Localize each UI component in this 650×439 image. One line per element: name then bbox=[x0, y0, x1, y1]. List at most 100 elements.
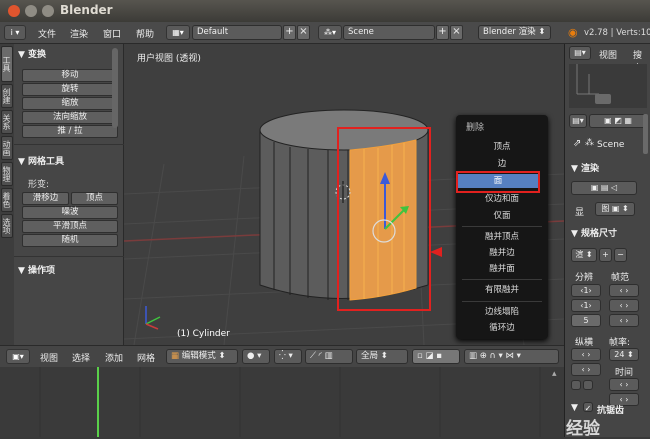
menu-select[interactable]: 选择 bbox=[72, 351, 90, 364]
menu-mesh[interactable]: 网格 bbox=[137, 351, 155, 364]
render-preset-select[interactable]: 渲 ⬍ bbox=[571, 248, 597, 262]
mesh-tools-panel-header[interactable]: ▼ 网格工具 bbox=[18, 154, 64, 167]
timeline-scrollbar[interactable]: ▴ bbox=[552, 369, 562, 397]
tab-tools[interactable]: 工具 bbox=[1, 46, 13, 82]
resolution-x-field[interactable]: ‹1› bbox=[571, 284, 601, 297]
tab-physics[interactable]: 物理 bbox=[1, 162, 13, 186]
resolution-y-field[interactable]: ‹1› bbox=[571, 299, 601, 312]
outliner-scroll-handle[interactable] bbox=[595, 94, 611, 104]
scene-icon[interactable]: ⁂▾ bbox=[318, 25, 342, 40]
anti-aliasing-header[interactable]: 抗锯齿 bbox=[597, 403, 624, 416]
display-select[interactable]: 图 ▣ ⬍ bbox=[595, 202, 635, 216]
rotate-button[interactable]: 旋转 bbox=[22, 83, 118, 96]
close-window-button[interactable] bbox=[8, 5, 20, 17]
tab-shading[interactable]: 着色 bbox=[1, 188, 13, 212]
properties-scrollbar[interactable] bbox=[643, 114, 648, 154]
orientation-select[interactable]: 全局 ⬍ bbox=[356, 349, 408, 364]
tab-options[interactable]: 选项 bbox=[1, 214, 13, 238]
menu-item-only-faces[interactable]: 仅面 bbox=[456, 209, 548, 223]
outliner-type-button[interactable]: ▤▾ bbox=[569, 46, 591, 60]
properties-context-tabs[interactable]: ▣ ◩ ▦ bbox=[589, 114, 647, 128]
menu-item-edges[interactable]: 边 bbox=[456, 157, 548, 171]
screen-layout-icon[interactable]: ▦▾ bbox=[166, 25, 190, 40]
scale-button[interactable]: 缩放 bbox=[22, 97, 118, 110]
randomize-button[interactable]: 随机 bbox=[22, 234, 118, 247]
minimize-window-button[interactable] bbox=[25, 5, 37, 17]
menu-item-dissolve-faces[interactable]: 融并面 bbox=[456, 262, 548, 276]
shading-select[interactable]: ● ▾ bbox=[242, 349, 270, 364]
time-remap-old-field[interactable]: ‹ › bbox=[609, 378, 639, 391]
tab-relations[interactable]: 关系 bbox=[1, 110, 13, 134]
aspect-label: 纵横 bbox=[575, 338, 594, 348]
menu-view[interactable]: 视图 bbox=[40, 351, 58, 364]
render-engine-select[interactable]: Blender 渲染 ⬍ bbox=[478, 25, 551, 40]
menu-item-dissolve-edges[interactable]: 融并边 bbox=[456, 246, 548, 260]
highlight-box bbox=[456, 171, 540, 193]
remove-layout-button[interactable]: × bbox=[297, 25, 310, 40]
outliner-view-menu[interactable]: 视图 bbox=[599, 48, 617, 61]
resolution-percent-field[interactable]: 5 bbox=[571, 314, 601, 327]
info-icon: i bbox=[10, 28, 13, 37]
remove-preset-button[interactable]: − bbox=[614, 248, 627, 262]
remove-scene-button[interactable]: × bbox=[450, 25, 463, 40]
editor-type-info-button[interactable]: i ▾ bbox=[4, 25, 26, 40]
slide-vertex-button[interactable]: 顶点 bbox=[71, 192, 118, 205]
editor-type-3dview-button[interactable]: ▣▾ bbox=[6, 349, 30, 364]
move-button[interactable]: 移动 bbox=[22, 69, 118, 82]
menu-item-edge-collapse[interactable]: 边线塌陷 bbox=[456, 305, 548, 319]
smooth-vertex-button[interactable]: 平滑顶点 bbox=[22, 220, 118, 233]
stats-readout: v2.78 | Verts:10 bbox=[584, 28, 650, 38]
menu-item-edges-faces[interactable]: 仅边和面 bbox=[456, 192, 548, 206]
pointer-arrow-icon bbox=[430, 247, 442, 257]
menu-add[interactable]: 添加 bbox=[105, 351, 123, 364]
aspect-x-field[interactable]: ‹ › bbox=[571, 348, 601, 361]
add-preset-button[interactable]: + bbox=[599, 248, 612, 262]
frame-step-field[interactable]: ‹ › bbox=[609, 314, 639, 327]
aspect-y-field[interactable]: ‹ › bbox=[571, 363, 601, 376]
shrink-fatten-button[interactable]: 法向缩放 bbox=[22, 111, 118, 124]
add-scene-button[interactable]: + bbox=[436, 25, 449, 40]
crop-checkbox[interactable] bbox=[583, 380, 593, 390]
snapping-controls[interactable]: ▥ ⊕ ∩ ▾ ⋈ ▾ bbox=[464, 349, 559, 364]
properties-type-button[interactable]: ▤▾ bbox=[569, 114, 587, 128]
push-pull-button[interactable]: 推 / 拉 bbox=[22, 125, 118, 138]
noise-button[interactable]: 噪波 bbox=[22, 206, 118, 219]
border-checkbox[interactable] bbox=[571, 380, 581, 390]
anti-aliasing-checkbox[interactable]: ✓ bbox=[583, 402, 593, 413]
interaction-mode-select[interactable]: ▦ 编辑模式 ⬍ bbox=[166, 349, 238, 364]
menu-item-vertices[interactable]: 顶点 bbox=[456, 140, 548, 154]
timeline-editor[interactable]: ▴ bbox=[0, 367, 564, 437]
tab-animation[interactable]: 动画 bbox=[1, 136, 13, 160]
render-panel-header[interactable]: ▼ 渲染 bbox=[571, 161, 599, 174]
frame-rate-select[interactable]: 24 ⬍ bbox=[609, 348, 639, 361]
frame-rate-value: 24 bbox=[614, 350, 625, 359]
frame-end-field[interactable]: ‹ › bbox=[609, 299, 639, 312]
menu-item-edge-loop[interactable]: 循环边 bbox=[456, 321, 548, 335]
info-header: i ▾ 文件 渲染 窗口 帮助 ▦▾ Default + × ⁂▾ Scene … bbox=[0, 22, 650, 44]
pivot-select[interactable]: ⁛ ▾ bbox=[274, 349, 302, 364]
scene-field[interactable]: Scene bbox=[343, 25, 435, 40]
viewport-title: 用户视图 (透视) bbox=[137, 54, 201, 64]
axis-gizmo bbox=[145, 306, 161, 330]
frame-start-field[interactable]: ‹ › bbox=[609, 284, 639, 297]
operator-panel-header[interactable]: ▼ 操作项 bbox=[18, 263, 55, 276]
menu-file[interactable]: 文件 bbox=[38, 27, 56, 40]
menu-item-limited-dissolve[interactable]: 有限融并 bbox=[456, 283, 548, 297]
maximize-window-button[interactable] bbox=[42, 5, 54, 17]
menu-window[interactable]: 窗口 bbox=[103, 27, 121, 40]
screen-layout-field[interactable]: Default bbox=[192, 25, 282, 40]
slide-edge-button[interactable]: 滑移边 bbox=[22, 192, 69, 205]
transform-panel-header[interactable]: ▼ 变换 bbox=[18, 47, 46, 60]
menu-render[interactable]: 渲染 bbox=[70, 27, 88, 40]
select-mode-buttons[interactable]: ▫ ◪ ▪ bbox=[412, 349, 460, 364]
render-buttons[interactable]: ▣ ▤ ◁ bbox=[571, 181, 637, 195]
tab-create[interactable]: 创建 bbox=[1, 84, 13, 108]
add-layout-button[interactable]: + bbox=[283, 25, 296, 40]
menu-item-dissolve-vertices[interactable]: 融并顶点 bbox=[456, 230, 548, 244]
render-engine-label: Blender 渲染 bbox=[483, 27, 536, 37]
menu-help[interactable]: 帮助 bbox=[136, 27, 154, 40]
active-object-label: (1) Cylinder bbox=[177, 329, 230, 339]
dimensions-panel-header[interactable]: ▼ 规格尺寸 bbox=[571, 226, 617, 239]
toolshelf-scrollbar[interactable] bbox=[112, 48, 118, 128]
manipulator-toggles[interactable]: ⟋ ◜ ▥ bbox=[305, 349, 353, 364]
